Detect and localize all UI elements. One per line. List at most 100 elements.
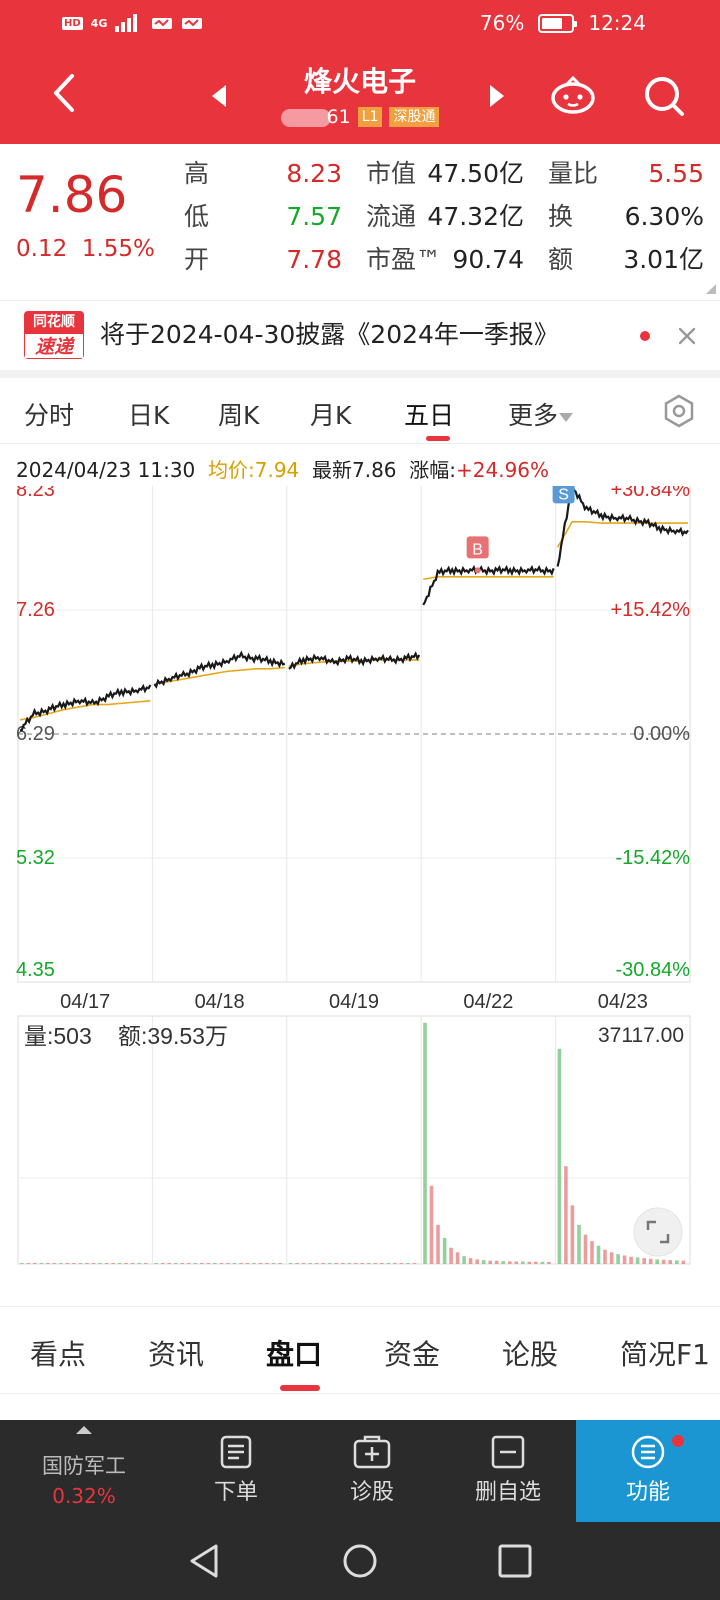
latest-label: 最新 (312, 458, 352, 482)
volume-bar (354, 1263, 358, 1264)
tab-five-day[interactable]: 五日 (404, 396, 454, 432)
tab-news[interactable]: 资讯 (148, 1333, 204, 1373)
system-back-icon[interactable] (184, 1540, 226, 1582)
tab-discussion[interactable]: 论股 (502, 1333, 558, 1373)
volume-bar (494, 1260, 499, 1264)
notification-icon (182, 18, 203, 29)
settings-hexagon-icon[interactable] (662, 394, 696, 428)
search-icon[interactable] (640, 72, 688, 120)
volume-bar (681, 1260, 686, 1264)
fullscreen-button[interactable] (633, 1207, 683, 1257)
volume-bar (577, 1224, 581, 1264)
trade-marker-label: B (472, 541, 483, 558)
tab-weekly-k[interactable]: 周K (218, 396, 259, 432)
volume-panel-frame (17, 1015, 691, 1265)
tab-intraday[interactable]: 分时 (24, 396, 74, 432)
y-tick-label-right: -30.84% (616, 959, 691, 981)
volume-bar (655, 1259, 659, 1264)
volume-bar (642, 1258, 646, 1264)
remove-watchlist-button[interactable]: 删自选 (440, 1420, 576, 1522)
quote-row-1: 高 8.23 市值 47.50亿 量比 5.55 (0, 156, 720, 192)
avg-price-label: 均价: (208, 458, 255, 482)
assistant-robot-icon[interactable] (548, 70, 598, 120)
volume-bar (380, 1263, 384, 1264)
tab-more[interactable]: 更多 (508, 396, 574, 432)
tab-monthly-k[interactable]: 月K (310, 396, 351, 432)
volume-bar (436, 1224, 440, 1264)
tab-highlights[interactable]: 看点 (30, 1333, 86, 1373)
active-tab-indicator (426, 436, 450, 441)
quote-panel: 7.86 0.12 1.55% 高 8.23 市值 47.50亿 量比 5.55… (0, 144, 720, 296)
volume-bar (341, 1263, 345, 1264)
battery-icon (538, 13, 578, 33)
y-tick-label-right: +30.84% (610, 486, 690, 501)
chart-period-tabs: 分时 日K 周K 月K 五日 更多 (0, 378, 720, 444)
volume-bar (124, 1263, 128, 1264)
volume-bar (386, 1263, 391, 1264)
avg-price-line (154, 666, 285, 685)
volume-bar (557, 1048, 562, 1264)
volume-bar (429, 1185, 434, 1264)
function-button[interactable]: 功能 (576, 1420, 720, 1522)
volume-bar (412, 1263, 417, 1264)
close-icon[interactable] (672, 321, 702, 351)
low-value: 7.57 (286, 202, 342, 231)
tab-daily-k[interactable]: 日K (128, 396, 169, 432)
order-button[interactable]: 下单 (168, 1420, 304, 1522)
avg-price-value: 7.94 (254, 458, 300, 482)
five-day-chart[interactable]: 8.23 +30.84% 7.26 +15.42% 6.29 0.00% 5.32 -15.4… (0, 486, 720, 1286)
expand-corner-icon[interactable] (706, 284, 716, 294)
volume-bar (308, 1263, 312, 1264)
tab-profile[interactable]: 简况F1 (620, 1333, 710, 1373)
trade-marker-label: S (558, 486, 569, 503)
stock-code-row: 61 L1 深股通 (0, 106, 720, 128)
volume-bar (117, 1263, 122, 1264)
diagnose-button[interactable]: 诊股 (304, 1420, 440, 1522)
volume-bar (206, 1263, 211, 1264)
volume-bar (111, 1263, 115, 1264)
float-label: 流通 (366, 202, 417, 231)
amount-value: 3.01亿 (623, 245, 704, 274)
system-recents-icon[interactable] (494, 1540, 536, 1582)
hd-badge: HD (62, 16, 83, 30)
diagnose-label: 诊股 (349, 1480, 394, 1505)
pct-value: +24.96% (456, 458, 550, 482)
announcement-bar[interactable]: 同花顺 速递 将于2024-04-30披露《2024年一季报》 (0, 300, 720, 368)
volume-bar (590, 1241, 594, 1264)
announcement-text[interactable]: 将于2024-04-30披露《2024年一季报》 (100, 315, 559, 351)
function-label: 功能 (625, 1480, 670, 1505)
logo-top: 同花顺 (24, 311, 84, 333)
volume-bar (635, 1257, 640, 1264)
volume-bar (65, 1263, 70, 1264)
volume-bar (462, 1256, 466, 1264)
volume-bar (85, 1263, 89, 1264)
turnover-label: 换 (548, 202, 574, 231)
stock-code: 61 (326, 106, 351, 128)
volume-bar (314, 1263, 319, 1264)
volume-bar (675, 1260, 679, 1264)
active-panel-indicator (280, 1385, 320, 1391)
volume-bar (219, 1263, 224, 1264)
quote-row-2: 低 7.57 流通 47.32亿 换 6.30% (0, 199, 720, 235)
y-tick-label-left: 5.32 (16, 847, 55, 869)
order-label: 下单 (213, 1480, 258, 1505)
mktcap-label: 市值 (366, 159, 417, 188)
volume-bar (481, 1260, 486, 1264)
volume-bar (399, 1263, 404, 1264)
volume-bar (321, 1263, 325, 1264)
pe-value: 90.74 (452, 245, 524, 274)
blurred-code (280, 108, 331, 127)
tab-order-book[interactable]: 盘口 (266, 1333, 322, 1373)
tab-capital[interactable]: 资金 (384, 1333, 440, 1373)
volume-bar (564, 1166, 568, 1264)
volume-bar (258, 1263, 263, 1264)
volume-bar (200, 1263, 204, 1264)
volume-bar (373, 1263, 378, 1264)
sector-button[interactable]: 国防军工 0.32% (0, 1420, 168, 1522)
system-home-icon[interactable] (339, 1540, 381, 1582)
volume-bar (367, 1263, 371, 1264)
latest-value: 7.86 (352, 458, 397, 482)
volume-bar (232, 1263, 237, 1264)
volume-bar (475, 1259, 479, 1264)
next-stock-icon[interactable] (484, 81, 508, 111)
